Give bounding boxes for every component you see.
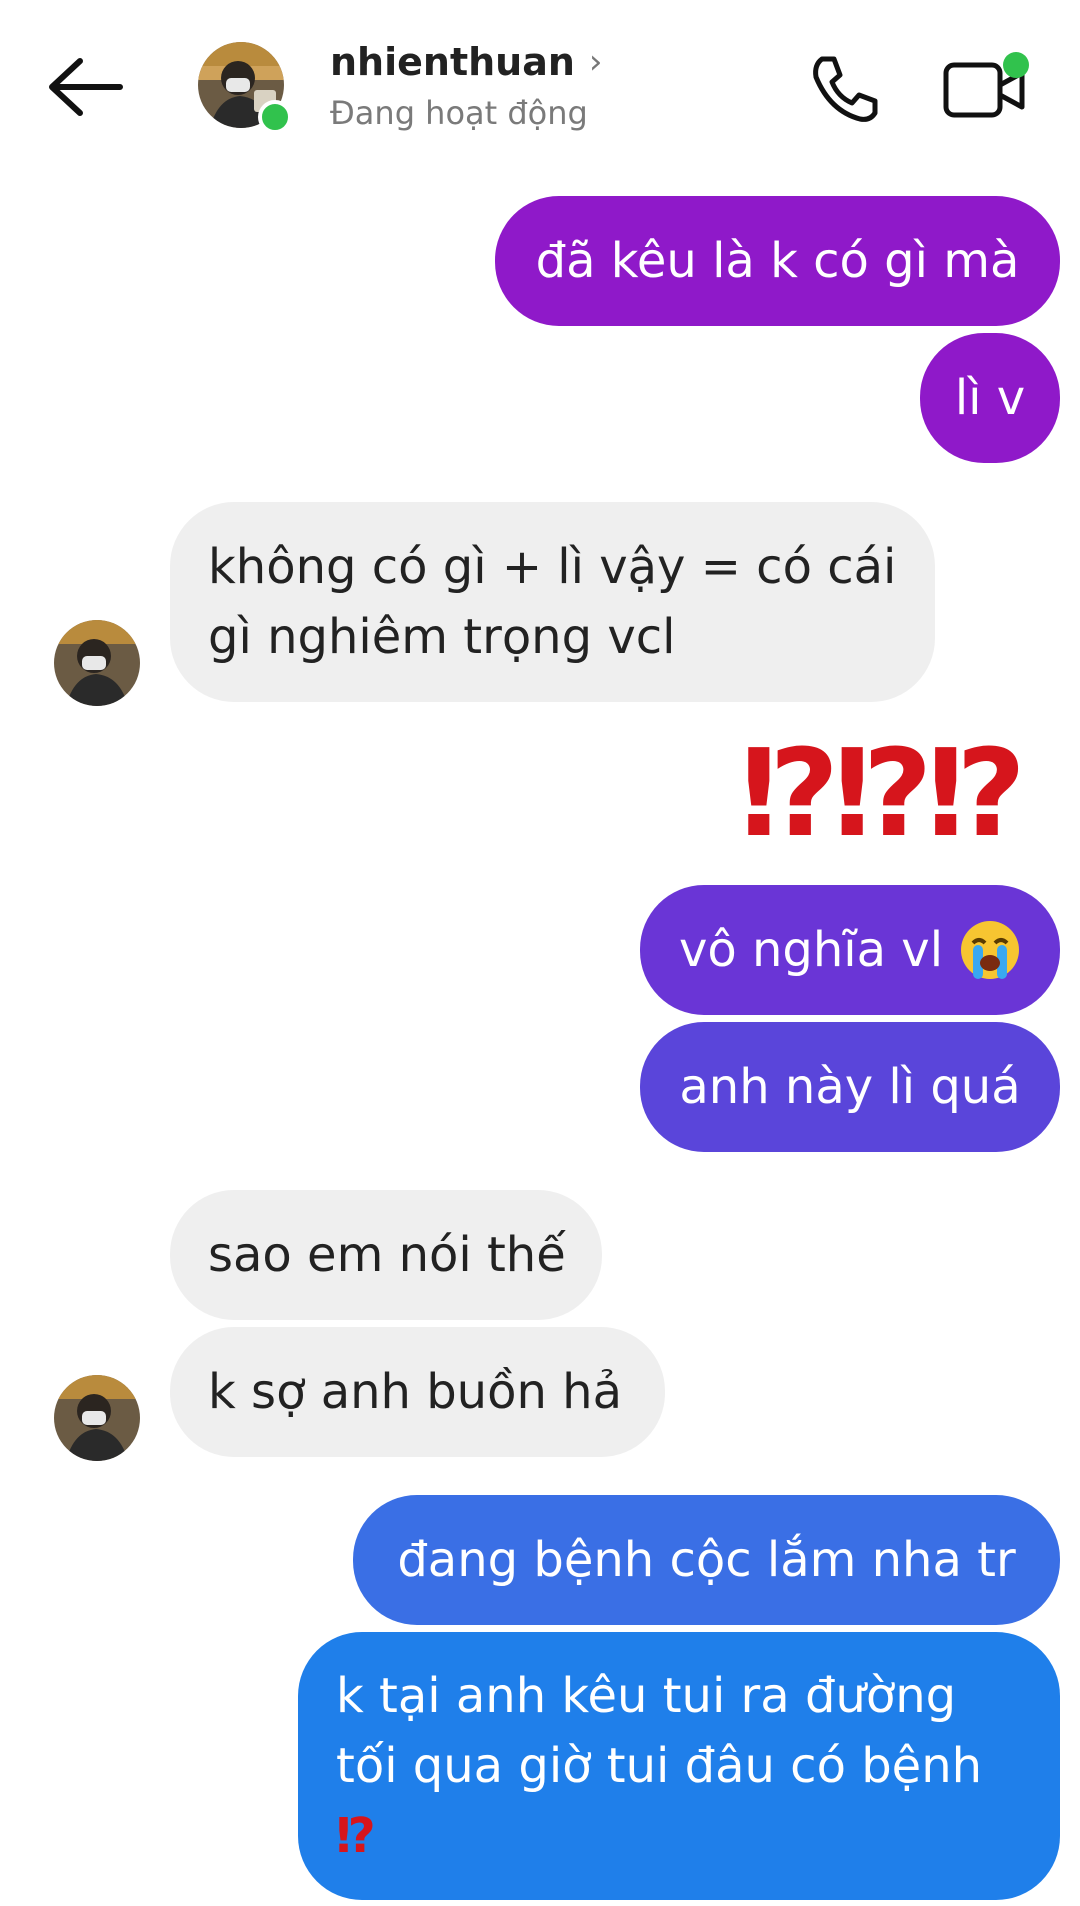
interrobang-emoji-message[interactable]: ⁉⁉⁉ xyxy=(740,735,1026,855)
message-bubble[interactable]: k sợ anh buồn hả xyxy=(170,1327,665,1457)
message-bubble[interactable]: đã kêu là k có gì mà xyxy=(495,196,1060,326)
message-bubble[interactable]: k tại anh kêu tui ra đường tối qua giờ t… xyxy=(298,1632,1060,1900)
message-text: đang bệnh cộc lắm nha tr xyxy=(397,1532,1016,1588)
message-bubble[interactable]: lì v xyxy=(920,333,1060,463)
back-arrow-icon[interactable] xyxy=(40,52,130,122)
message-text: vô nghĩa vl xyxy=(678,922,944,978)
message-text-line: k tại anh kêu tui ra đường xyxy=(336,1668,957,1724)
message-text: k sợ anh buồn hả xyxy=(208,1364,622,1420)
message-bubble[interactable]: đang bệnh cộc lắm nha tr xyxy=(353,1495,1060,1625)
chat-header: nhienthuan › Đang hoạt động xyxy=(0,0,1080,180)
loudly-crying-face-icon xyxy=(959,919,1021,981)
message-text: sao em nói thế xyxy=(208,1227,566,1283)
interrobang-icon: ⁉ xyxy=(336,1808,376,1864)
message-bubble[interactable]: vô nghĩa vl xyxy=(640,885,1060,1015)
contact-avatar[interactable] xyxy=(198,42,292,134)
message-bubble[interactable]: sao em nói thế xyxy=(170,1190,602,1320)
message-text: đã kêu là k có gì mà xyxy=(535,233,1020,289)
online-indicator xyxy=(258,100,292,134)
contact-info[interactable]: nhienthuan › Đang hoạt động xyxy=(330,40,660,132)
message-text-line: không có gì + lì vậy = có cái xyxy=(208,539,897,595)
message-text-line: tối qua giờ tui đâu có bệnh xyxy=(336,1738,983,1794)
avatar[interactable] xyxy=(54,1375,140,1461)
message-text: anh này lì quá xyxy=(679,1059,1021,1115)
message-text-line: gì nghiêm trọng vcl xyxy=(208,609,676,665)
avatar[interactable] xyxy=(54,620,140,706)
chevron-right-icon: › xyxy=(588,42,603,82)
active-status: Đang hoạt động xyxy=(330,94,588,132)
message-text: lì v xyxy=(954,370,1026,426)
video-call-icon[interactable] xyxy=(940,45,1030,135)
contact-name: nhienthuan xyxy=(330,40,575,84)
phone-call-icon[interactable] xyxy=(800,45,890,135)
message-bubble[interactable]: anh này lì quá xyxy=(640,1022,1060,1152)
message-bubble[interactable]: không có gì + lì vậy = có cái gì nghiêm … xyxy=(170,502,935,702)
